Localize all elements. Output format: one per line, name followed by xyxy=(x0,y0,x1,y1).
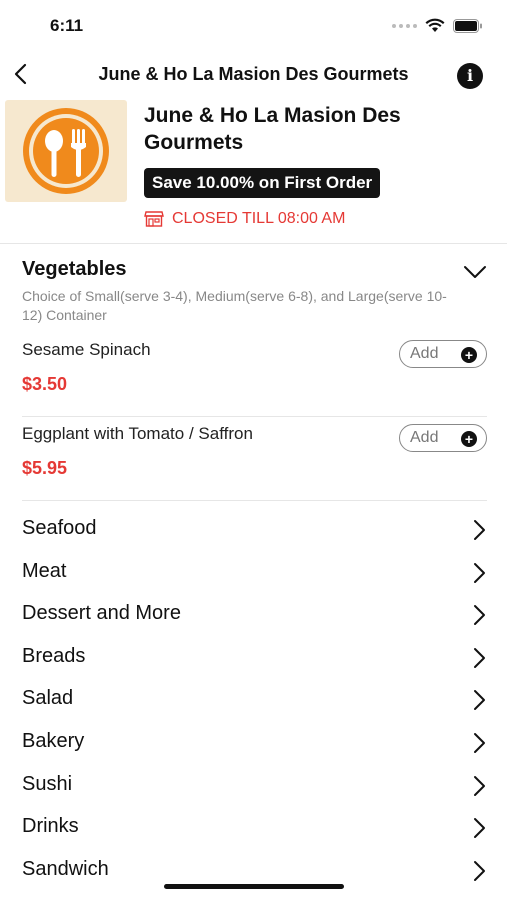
nav-title: June & Ho La Masion Des Gourmets xyxy=(98,64,409,84)
category-row-salad[interactable]: Salad xyxy=(22,679,487,721)
category-row-dessert[interactable]: Dessert and More xyxy=(22,594,487,636)
add-button[interactable]: Add + xyxy=(399,340,487,368)
store-header: June & Ho La Masion Des Gourmets Save 10… xyxy=(0,98,507,242)
category-label: Sandwich xyxy=(22,858,109,880)
menu-item[interactable]: Eggplant with Tomato / Saffron $5.95 Add… xyxy=(22,424,487,479)
category-title[interactable]: Vegetables xyxy=(22,258,127,281)
store-icon xyxy=(144,211,164,227)
nav-bar: June & Ho La Masion Des Gourmets i xyxy=(0,52,507,96)
category-label: Bakery xyxy=(22,730,85,752)
category-label: Seafood xyxy=(22,517,97,539)
category-label: Dessert and More xyxy=(22,602,181,624)
chevron-right-icon xyxy=(474,520,485,540)
category-label: Salad xyxy=(22,687,74,709)
collapse-button[interactable] xyxy=(463,262,487,282)
signal-icon xyxy=(392,23,417,28)
divider xyxy=(22,416,487,417)
promo-badge: Save 10.00% on First Order xyxy=(144,168,381,198)
battery-icon xyxy=(453,18,483,33)
home-indicator[interactable] xyxy=(164,884,344,889)
chevron-right-icon xyxy=(474,818,485,838)
plus-icon: + xyxy=(461,431,477,447)
category-row-sushi[interactable]: Sushi xyxy=(22,765,487,807)
chevron-right-icon xyxy=(474,861,485,881)
chevron-down-icon xyxy=(464,266,486,278)
store-status-text: CLOSED TILL 08:00 AM xyxy=(172,210,346,227)
status-icons xyxy=(392,18,483,33)
chevron-right-icon xyxy=(474,690,485,710)
category-label: Meat xyxy=(22,560,67,582)
divider xyxy=(0,243,507,244)
item-price: $3.50 xyxy=(22,374,68,394)
store-logo xyxy=(5,100,127,202)
chevron-right-icon xyxy=(474,563,485,583)
add-label: Add xyxy=(410,429,439,446)
status-time: 6:11 xyxy=(50,16,84,35)
store-status: CLOSED TILL 08:00 AM xyxy=(144,210,345,228)
category-row-breads[interactable]: Breads xyxy=(22,637,487,679)
add-button[interactable]: Add + xyxy=(399,424,487,452)
chevron-right-icon xyxy=(474,648,485,668)
category-row-bakery[interactable]: Bakery xyxy=(22,722,487,764)
wifi-icon xyxy=(425,18,445,33)
category-row-seafood[interactable]: Seafood xyxy=(22,509,487,551)
category-label: Breads xyxy=(22,645,86,667)
chevron-right-icon xyxy=(474,605,485,625)
item-price: $5.95 xyxy=(22,458,68,478)
chevron-right-icon xyxy=(474,733,485,753)
category-row-meat[interactable]: Meat xyxy=(22,552,487,594)
store-name: June & Ho La Masion Des Gourmets xyxy=(144,104,401,154)
add-label: Add xyxy=(410,345,439,362)
menu-item[interactable]: Sesame Spinach $3.50 Add + xyxy=(22,340,487,395)
divider xyxy=(22,500,487,501)
info-icon: i xyxy=(466,66,474,85)
info-button[interactable]: i xyxy=(457,63,483,89)
category-label: Drinks xyxy=(22,815,79,837)
status-bar: 6:11 xyxy=(0,0,507,50)
category-label: Sushi xyxy=(22,773,73,795)
category-row-drinks[interactable]: Drinks xyxy=(22,807,487,849)
category-description: Choice of Small(serve 3-4), Medium(serve… xyxy=(22,288,447,323)
chevron-right-icon xyxy=(474,776,485,796)
plus-icon: + xyxy=(461,347,477,363)
